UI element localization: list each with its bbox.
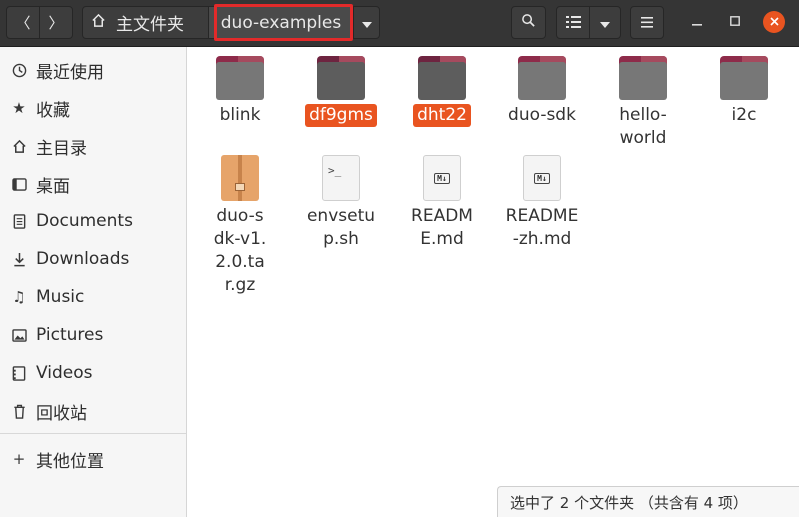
- caret-down-icon: [361, 14, 372, 32]
- sidebar-item-label: Music: [36, 287, 85, 307]
- music-icon: ♫: [12, 288, 26, 306]
- file-label: duo-sdk-v1.2.0.tar.gz: [213, 206, 267, 295]
- sidebar-item-documents[interactable]: Documents: [0, 204, 186, 238]
- star-icon: ★: [12, 99, 26, 117]
- menu-button[interactable]: [630, 6, 664, 39]
- close-button[interactable]: [763, 11, 785, 33]
- file-item-readme[interactable]: M↓ README.md: [392, 153, 492, 251]
- sidebar-item-starred[interactable]: ★ 收藏: [0, 91, 186, 125]
- file-item-envsetup[interactable]: >_ envsetup.sh: [291, 153, 391, 251]
- file-item-blink[interactable]: blink: [190, 56, 290, 127]
- sidebar-item-downloads[interactable]: Downloads: [0, 242, 186, 276]
- view-options-button[interactable]: [589, 6, 621, 39]
- file-label: envsetup.sh: [306, 206, 376, 249]
- search-button[interactable]: [511, 6, 546, 39]
- minimize-button[interactable]: [686, 11, 708, 33]
- home-icon: [91, 13, 106, 33]
- selection-status-text: 选中了 2 个文件夹 （共含有 4 项）: [510, 493, 748, 512]
- file-item-duo-sdk[interactable]: duo-sdk: [492, 56, 592, 127]
- sidebar-item-label: Videos: [36, 363, 93, 383]
- plus-icon: +: [12, 450, 26, 468]
- sidebar-item-other-locations[interactable]: + 其他位置: [0, 442, 186, 476]
- file-item-readme-zh[interactable]: M↓ README-zh.md: [492, 153, 592, 251]
- list-icon: [565, 14, 581, 32]
- sidebar-item-home[interactable]: 主目录: [0, 129, 186, 163]
- clock-icon: [10, 63, 28, 78]
- folder-icon: [317, 56, 365, 100]
- path-home-button[interactable]: 主文件夹: [82, 6, 209, 39]
- file-label: duo-sdk: [508, 105, 576, 125]
- pictures-icon: [10, 328, 28, 342]
- maximize-button[interactable]: [724, 11, 746, 33]
- list-view-button[interactable]: [556, 6, 590, 39]
- chevron-left-icon: 〈: [15, 14, 31, 32]
- back-button[interactable]: 〈: [6, 6, 40, 39]
- sidebar-item-label: 桌面: [36, 176, 70, 197]
- sidebar-item-label: 其他位置: [36, 451, 104, 472]
- sidebar-item-label: 最近使用: [36, 62, 104, 83]
- file-item-df9gms[interactable]: df9gms: [291, 56, 391, 127]
- file-grid: blink df9gms dht22 duo-sdk hello-world i…: [187, 47, 799, 517]
- path-dropdown-button[interactable]: [353, 6, 380, 39]
- hamburger-icon: [641, 14, 653, 32]
- sidebar-item-recent[interactable]: 最近使用: [0, 53, 186, 87]
- maximize-icon: [730, 15, 740, 30]
- sidebar-item-desktop[interactable]: 桌面: [0, 167, 186, 201]
- file-item-hello-world[interactable]: hello-world: [593, 56, 693, 150]
- sidebar-item-pictures[interactable]: Pictures: [0, 318, 186, 352]
- forward-button[interactable]: 〉: [39, 6, 73, 39]
- caret-down-icon: [600, 14, 610, 32]
- home-icon: [10, 139, 28, 154]
- file-label: hello-world: [619, 105, 667, 148]
- sidebar-item-trash[interactable]: 回收站: [0, 394, 186, 428]
- sidebar-item-label: 主目录: [36, 138, 87, 159]
- path-current-button[interactable]: duo-examples: [208, 6, 354, 39]
- sidebar-item-label: Documents: [36, 211, 133, 231]
- search-icon: [521, 13, 536, 32]
- document-icon: [10, 213, 28, 229]
- file-item-duo-sdk-tarball[interactable]: duo-sdk-v1.2.0.tar.gz: [190, 153, 290, 297]
- header-bar: 〈 〉 主文件夹 duo-examples: [0, 0, 799, 47]
- close-icon: [769, 15, 779, 29]
- file-label: README-zh.md: [505, 206, 579, 249]
- markdown-file-icon: M↓: [423, 155, 461, 201]
- file-label: blink: [219, 105, 261, 125]
- sidebar-item-label: Downloads: [36, 249, 130, 269]
- file-label: i2c: [731, 105, 757, 125]
- path-current-label: duo-examples: [220, 12, 342, 33]
- file-item-i2c[interactable]: i2c: [694, 56, 794, 127]
- sidebar: 最近使用 ★ 收藏 主目录 桌面 Documents Downloads ♫ M…: [0, 47, 187, 517]
- folder-icon: [518, 56, 566, 100]
- trash-icon: [10, 404, 28, 419]
- folder-icon: [216, 56, 264, 100]
- folder-icon: [720, 56, 768, 100]
- sidebar-item-label: 回收站: [36, 403, 87, 424]
- chevron-right-icon: 〉: [48, 14, 64, 32]
- desktop-icon: [10, 177, 28, 191]
- file-label: df9gms: [305, 104, 377, 127]
- status-bar: 选中了 2 个文件夹 （共含有 4 项）: [497, 486, 799, 517]
- videos-icon: [10, 365, 28, 381]
- file-item-dht22[interactable]: dht22: [392, 56, 492, 127]
- path-home-label: 主文件夹: [116, 15, 184, 35]
- download-icon: [10, 252, 28, 267]
- sidebar-separator: [0, 433, 186, 434]
- sidebar-item-music[interactable]: ♫ Music: [0, 280, 186, 314]
- minimize-icon: [692, 15, 702, 30]
- file-label: README.md: [411, 206, 473, 249]
- folder-icon: [619, 56, 667, 100]
- archive-icon: [221, 155, 259, 201]
- sidebar-item-videos[interactable]: Videos: [0, 356, 186, 390]
- file-label: dht22: [413, 104, 471, 127]
- sidebar-item-label: Pictures: [36, 325, 104, 345]
- folder-icon: [418, 56, 466, 100]
- markdown-file-icon: M↓: [523, 155, 561, 201]
- script-file-icon: >_: [322, 155, 360, 201]
- sidebar-item-label: 收藏: [36, 100, 70, 121]
